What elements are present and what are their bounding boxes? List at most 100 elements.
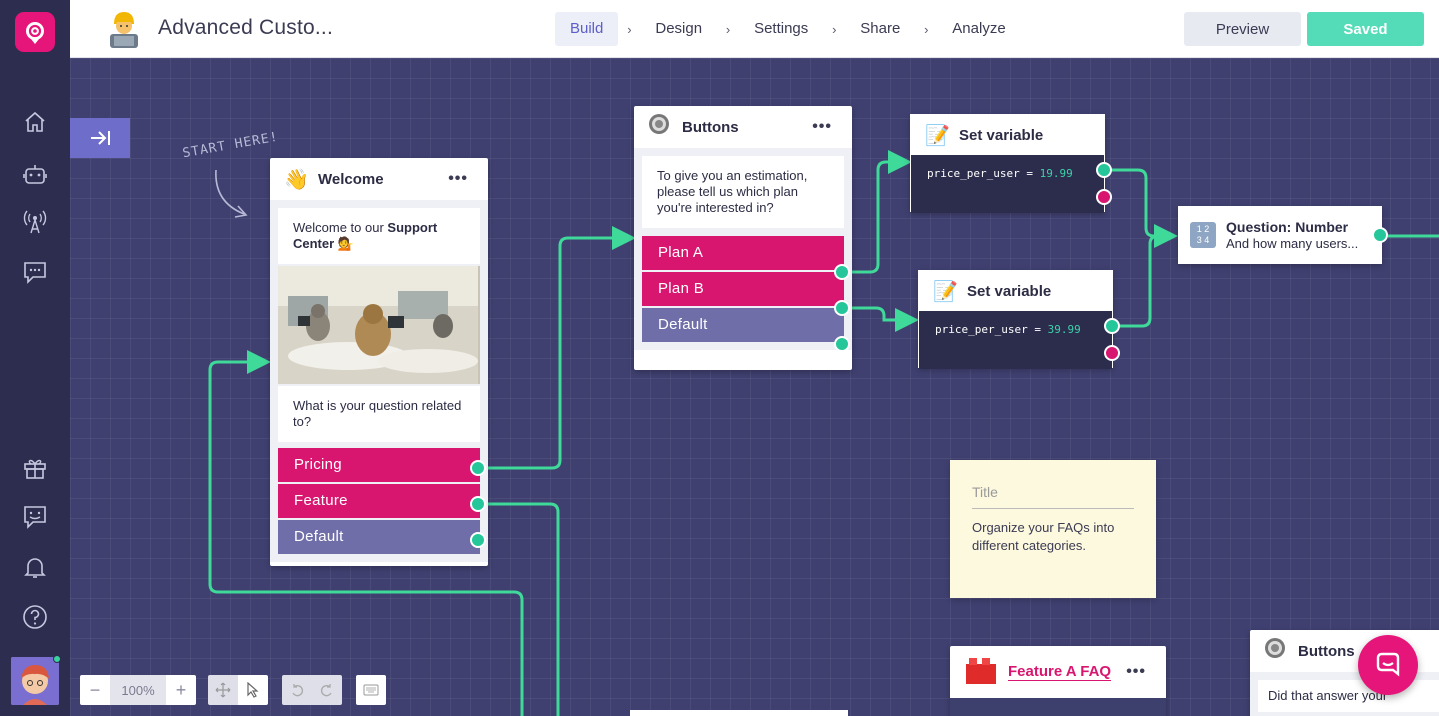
flow-canvas[interactable]: START HERE! 👋 Welcome ••• Welcome to our… <box>70 58 1439 716</box>
bot-avatar-icon[interactable] <box>106 10 142 48</box>
sticky-title[interactable]: Title <box>972 484 1134 509</box>
sticky-text[interactable]: Organize your FAQs into different catego… <box>972 519 1134 555</box>
online-status-dot <box>53 655 61 663</box>
preview-button[interactable]: Preview <box>1184 12 1301 46</box>
node-title: Welcome <box>318 170 384 188</box>
chat-icon <box>1376 652 1400 677</box>
collapse-panel-button[interactable] <box>70 118 130 158</box>
message-text: Welcome to our <box>293 220 388 235</box>
set-variable-node-2[interactable]: 📝 Set variable price_per_user = 39.99 <box>918 270 1113 369</box>
assign-operator: = <box>1027 323 1048 336</box>
zoom-controls: − 100% + <box>80 675 196 705</box>
set-variable-node-1[interactable]: 📝 Set variable price_per_user = 19.99 <box>910 114 1105 213</box>
saved-button[interactable]: Saved <box>1307 12 1424 46</box>
bot-icon[interactable] <box>21 160 49 188</box>
redo-button[interactable] <box>312 675 342 705</box>
port-plan-a[interactable] <box>834 264 850 280</box>
node-menu-button[interactable]: ••• <box>812 118 832 136</box>
port-setvar2-out[interactable] <box>1104 318 1120 334</box>
keyboard-shortcuts-button[interactable] <box>356 675 386 705</box>
nav-separator: › <box>627 21 632 37</box>
help-icon[interactable] <box>21 603 49 631</box>
lego-brick-icon <box>964 652 996 692</box>
gift-icon[interactable] <box>21 454 49 482</box>
nav-separator: › <box>832 21 837 37</box>
assign-operator: = <box>1019 167 1040 180</box>
home-icon[interactable] <box>21 108 49 136</box>
port-plan-b[interactable] <box>834 300 850 316</box>
variable-value: 19.99 <box>1039 167 1073 180</box>
undo-button[interactable] <box>282 675 312 705</box>
redo-icon <box>321 684 332 697</box>
option-plan-a[interactable]: Plan A <box>642 236 844 270</box>
node-title[interactable]: Feature A FAQ <box>1008 663 1112 681</box>
bell-icon[interactable] <box>21 553 49 581</box>
bot-name[interactable]: Advanced Custo... <box>158 16 333 40</box>
question-number-node[interactable]: 1 23 4 Question: Number And how many use… <box>1178 206 1382 264</box>
node-title: Buttons <box>682 118 739 136</box>
wire-setvar1-question <box>1112 168 1178 248</box>
avatar-icon <box>11 657 59 705</box>
port-default[interactable] <box>470 532 486 548</box>
node-header: Buttons ••• <box>634 106 852 148</box>
node-menu-button[interactable]: ••• <box>448 170 468 188</box>
node-header: Feature A FAQ ••• <box>950 646 1166 698</box>
sticky-note[interactable]: Title Organize your FAQs into different … <box>950 460 1156 598</box>
message-bubble: Did that answer your <box>1258 680 1439 712</box>
port-feature[interactable] <box>470 496 486 512</box>
node-title: Question: Number <box>1226 219 1349 235</box>
tab-design[interactable]: Design <box>640 12 717 46</box>
user-avatar[interactable] <box>11 657 59 705</box>
office-cats-image <box>278 266 480 384</box>
chat-launcher-button[interactable] <box>1358 635 1418 695</box>
tab-analyze[interactable]: Analyze <box>937 12 1020 46</box>
feedback-icon[interactable] <box>21 503 49 531</box>
option-pricing[interactable]: Pricing <box>278 448 480 482</box>
port-setvar1-error[interactable] <box>1096 189 1112 205</box>
question-bubble: What is your question related to? <box>278 386 480 442</box>
top-bar: Advanced Custo... Build › Design › Setti… <box>70 0 1439 58</box>
main-nav: Build › Design › Settings › Share › Anal… <box>555 12 1021 46</box>
option-default[interactable]: Default <box>278 520 480 554</box>
partial-node[interactable] <box>630 710 848 716</box>
node-header: 📝 Set variable <box>911 115 1104 155</box>
wire-pricing-buttons <box>486 226 636 470</box>
port-setvar2-error[interactable] <box>1104 345 1120 361</box>
port-pricing[interactable] <box>470 460 486 476</box>
node-header: 👋 Welcome ••• <box>270 158 488 200</box>
history-tools <box>282 675 342 705</box>
messages-icon[interactable] <box>21 258 49 286</box>
message-bubble: To give you an estimation, please tell u… <box>642 156 844 228</box>
broadcast-icon[interactable] <box>21 208 49 236</box>
port-default[interactable] <box>834 336 850 352</box>
port-question-out[interactable] <box>1372 227 1388 243</box>
cursor-tools <box>208 675 268 705</box>
buttons-node[interactable]: Buttons ••• To give you an estimation, p… <box>634 106 852 370</box>
select-tool-button[interactable] <box>238 675 268 705</box>
app-logo[interactable] <box>15 12 55 52</box>
variable-assignment: price_per_user = 19.99 <box>911 155 1104 213</box>
keyboard-icon <box>363 684 379 696</box>
zoom-out-button[interactable]: − <box>80 675 110 705</box>
option-default[interactable]: Default <box>642 308 844 342</box>
zoom-in-button[interactable]: + <box>166 675 196 705</box>
node-title: Buttons <box>1298 642 1355 660</box>
nav-separator: › <box>924 21 929 37</box>
option-feature[interactable]: Feature <box>278 484 480 518</box>
welcome-node[interactable]: 👋 Welcome ••• Welcome to our Support Cen… <box>270 158 488 566</box>
memo-icon: 📝 <box>933 280 958 303</box>
pan-tool-button[interactable] <box>208 675 238 705</box>
left-sidebar <box>0 0 70 716</box>
port-setvar1-out[interactable] <box>1096 162 1112 178</box>
feature-faq-node[interactable]: Feature A FAQ ••• <box>950 646 1166 716</box>
tab-settings[interactable]: Settings <box>739 12 823 46</box>
collapse-arrow-icon <box>91 131 110 145</box>
keyboard-tools <box>356 675 386 705</box>
variable-name: price_per_user <box>927 167 1020 180</box>
node-menu-button[interactable]: ••• <box>1126 663 1146 681</box>
option-plan-b[interactable]: Plan B <box>642 272 844 306</box>
tab-share[interactable]: Share <box>845 12 915 46</box>
node-title: Set variable <box>959 126 1044 144</box>
memo-icon: 📝 <box>925 124 950 147</box>
tab-build[interactable]: Build <box>555 12 619 46</box>
